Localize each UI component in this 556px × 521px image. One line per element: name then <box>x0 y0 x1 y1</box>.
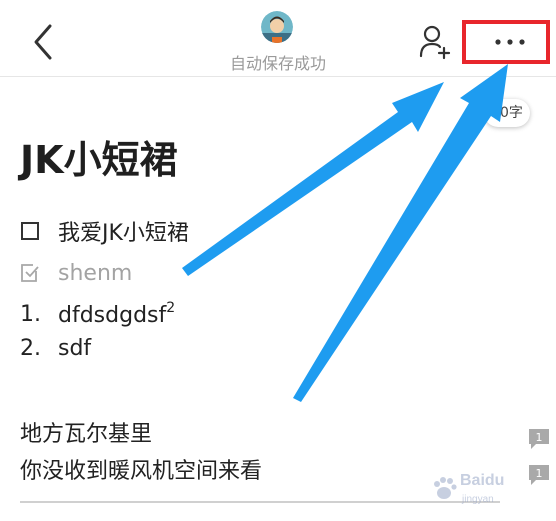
comment-count: 1 <box>536 431 543 444</box>
ordered-list-item[interactable]: 2. sdf <box>20 333 91 363</box>
checklist-item-text: shenm <box>58 260 133 286</box>
user-avatar[interactable] <box>261 11 293 43</box>
paragraph-text[interactable]: 你没收到暖风机空间来看 <box>20 457 262 487</box>
comment-badge[interactable]: 1 <box>527 427 551 451</box>
add-collaborator-button[interactable] <box>418 24 452 60</box>
checklist-item[interactable]: 我爱JK小短裙 <box>20 216 189 246</box>
list-item-text: dfdsdgdsf2 <box>58 300 176 328</box>
more-dots-icon <box>495 39 525 45</box>
add-person-icon <box>419 25 451 60</box>
arrow-to-collaborator-icon <box>182 82 444 276</box>
checkbox-checked-icon[interactable] <box>20 263 40 283</box>
list-item-text: sdf <box>58 335 92 361</box>
checklist-item-text: 我爱JK小短裙 <box>58 221 189 246</box>
note-title[interactable]: JK小短裙 <box>20 136 178 184</box>
comment-icon: 1 <box>529 429 549 449</box>
baidu-watermark: Baidu jingyan <box>430 466 554 514</box>
more-options-button[interactable] <box>462 20 550 64</box>
paragraph-text[interactable]: 地方瓦尔基里 <box>20 420 152 450</box>
watermark-sub: jingyan <box>462 494 494 505</box>
checklist-item[interactable]: shenm <box>20 258 132 288</box>
checkbox-empty-icon[interactable] <box>20 221 40 241</box>
list-number: 1. <box>20 301 41 327</box>
watermark-brand: Baidu <box>460 472 505 489</box>
arrow-to-more-button <box>293 64 508 402</box>
avatar-image <box>261 11 293 43</box>
list-number: 2. <box>20 335 41 361</box>
top-bar: 自动保存成功 <box>0 0 556 77</box>
divider-line <box>20 501 500 503</box>
paw-icon <box>434 477 457 499</box>
ordered-list-item[interactable]: 1. dfdsdgdsf2 <box>20 299 175 329</box>
word-count-badge: 30字 <box>484 99 530 127</box>
superscript: 2 <box>166 300 176 316</box>
